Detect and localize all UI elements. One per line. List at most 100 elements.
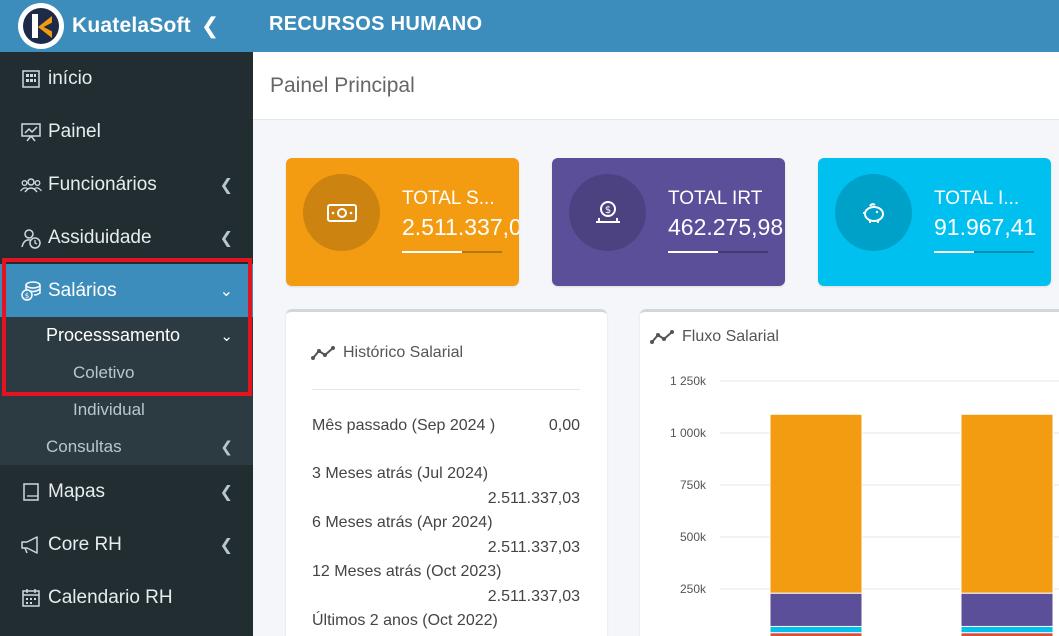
- sidebar-item-label: Calendario RH: [48, 586, 173, 608]
- users-icon: [20, 174, 42, 196]
- bar-segment[interactable]: [960, 625, 1054, 634]
- subitem-label: Processsamento: [46, 325, 181, 345]
- historico-row: 12 Meses atrás (Oct 2023) 2.511.337,03: [312, 563, 580, 605]
- sidebar-subitem-coletivo[interactable]: Coletivo: [0, 354, 253, 391]
- infobox-label: TOTAL IRT: [668, 188, 763, 209]
- sidebar-item-calendario-rh[interactable]: Calendario RH: [0, 571, 253, 624]
- sidebar-item-label: Mapas: [48, 480, 106, 502]
- bar-segment[interactable]: [769, 592, 863, 627]
- svg-text:$: $: [604, 205, 610, 216]
- infobox-progress: [668, 251, 768, 253]
- infobox-total-irt[interactable]: $ TOTAL IRT 462.275,98: [552, 158, 785, 286]
- sidebar-subitem-consultas[interactable]: Consultas ❮: [0, 428, 253, 465]
- infobox-total-inss[interactable]: TOTAL I... 91.967,41: [818, 158, 1051, 286]
- brand-name: KuatelaSoft: [72, 14, 191, 37]
- sidebar-item-painel[interactable]: Painel: [0, 105, 253, 158]
- historico-row: 3 Meses atrás (Jul 2024) 2.511.337,03: [312, 465, 580, 507]
- coins-icon: $: [20, 280, 42, 302]
- chevron-left-icon: ❮: [220, 438, 233, 456]
- sidebar-item-label: início: [48, 67, 93, 89]
- sidebar-subitem-processamento[interactable]: Processsamento ⌄: [0, 317, 253, 354]
- sidebar-item-assiduidade[interactable]: Assiduidade ❮: [0, 211, 253, 264]
- building-icon: [20, 68, 42, 90]
- line-chart-icon: [650, 329, 676, 345]
- money-bill-icon: [303, 174, 380, 251]
- chevron-left-icon: ❮: [219, 483, 233, 501]
- historico-row: 6 Meses atrás (Apr 2024) 2.511.337,03: [312, 514, 580, 556]
- bar-segment[interactable]: [960, 413, 1054, 594]
- chevron-left-icon: ❮: [219, 176, 233, 194]
- historico-value: 2.511.337,03: [487, 490, 580, 507]
- y-tick-label: 250k: [680, 582, 707, 596]
- calendar-icon: [20, 587, 42, 609]
- sidebar-subitem-individual[interactable]: Individual: [0, 391, 253, 428]
- bar-segment[interactable]: [769, 625, 863, 634]
- historico-value: 0,00: [548, 417, 580, 434]
- sidebar-item-inicio[interactable]: início: [0, 52, 253, 105]
- historico-label: Mês passado (Sep 2024 ): [312, 417, 496, 434]
- megaphone-icon: [20, 534, 42, 556]
- infobox-label: TOTAL I...: [934, 188, 1020, 209]
- fluxo-salarial-card: Fluxo Salarial 250k 500k 750k 1 000k 1 250k: [640, 309, 1059, 636]
- y-tick-label: 500k: [680, 530, 707, 544]
- piggy-bank-icon: [835, 174, 912, 251]
- card-title: Fluxo Salarial: [650, 328, 779, 346]
- page-header: Painel Principal: [253, 52, 1059, 120]
- hand-coin-icon: $: [569, 174, 646, 251]
- infobox-progress: [402, 251, 502, 253]
- historico-value: 2.511.337,03: [487, 539, 580, 556]
- user-clock-icon: [20, 227, 42, 249]
- historico-label: 12 Meses atrás (Oct 2023): [312, 563, 502, 580]
- subitem-label: Individual: [73, 399, 145, 419]
- sidebar-item-label: Painel: [48, 120, 101, 142]
- sidebar: KuatelaSoft ❮ início Painel Funcionários…: [0, 0, 253, 636]
- sidebar-item-mapas[interactable]: Mapas ❮: [0, 465, 253, 518]
- salarios-submenu: Processsamento ⌄ Coletivo Individual Con…: [0, 317, 253, 465]
- infobox-value: 462.275,98: [668, 214, 784, 240]
- sidebar-item-label: Funcionários: [48, 173, 157, 195]
- infobox-total-salarios[interactable]: TOTAL S... 2.511.337,03: [286, 158, 519, 286]
- bar-segment[interactable]: [769, 413, 863, 594]
- historico-row: Últimos 2 anos (Oct 2022): [312, 612, 580, 630]
- y-tick-label: 1 000k: [670, 426, 707, 440]
- infobox-value: 91.967,41: [934, 214, 1037, 240]
- chart-title: Fluxo Salarial: [682, 328, 779, 345]
- divider: [312, 389, 580, 390]
- infobox-progress: [934, 251, 1034, 253]
- brand-bar: KuatelaSoft ❮: [0, 0, 253, 52]
- historico-salarial-card: Histórico Salarial Mês passado (Sep 2024…: [286, 309, 607, 636]
- infobox-value: 2.511.337,03: [402, 214, 519, 240]
- y-tick-label: 1 250k: [670, 374, 707, 388]
- presentation-icon: [20, 121, 42, 143]
- svg-text:$: $: [25, 292, 29, 300]
- historico-label: 6 Meses atrás (Apr 2024): [312, 514, 493, 531]
- chevron-left-icon: ❮: [219, 536, 233, 554]
- brand-logo: [18, 3, 64, 49]
- infobox-label: TOTAL S...: [402, 188, 495, 209]
- sidebar-item-label: Assiduidade: [48, 226, 152, 248]
- line-chart-icon: [311, 345, 337, 361]
- historico-label: 3 Meses atrás (Jul 2024): [312, 465, 489, 482]
- sidebar-toggle-icon[interactable]: ❮: [201, 13, 219, 39]
- book-icon: [20, 481, 42, 503]
- subitem-label: Consultas: [46, 436, 122, 456]
- card-title-text: Histórico Salarial: [343, 344, 464, 361]
- y-tick-label: 750k: [680, 478, 707, 492]
- chevron-left-icon: ❮: [219, 229, 233, 247]
- bar-segment[interactable]: [960, 592, 1054, 627]
- card-title: Histórico Salarial: [311, 344, 463, 362]
- historico-row: Mês passado (Sep 2024 ) 0,00: [312, 417, 580, 435]
- chevron-down-icon: ⌄: [220, 327, 233, 345]
- app-section-title: RECURSOS HUMANO: [269, 13, 483, 35]
- subitem-label: Coletivo: [73, 362, 135, 382]
- sidebar-item-salarios[interactable]: $ Salários ⌄: [0, 264, 253, 317]
- fluxo-salarial-chart: 250k 500k 750k 1 000k 1 250k: [670, 374, 1059, 636]
- chevron-down-icon: ⌄: [219, 282, 233, 300]
- historico-value: 2.511.337,03: [487, 588, 580, 605]
- page-title: Painel Principal: [270, 74, 415, 97]
- sidebar-item-core-rh[interactable]: Core RH ❮: [0, 518, 253, 571]
- top-navbar: RECURSOS HUMANO: [253, 0, 1059, 52]
- historico-label: Últimos 2 anos (Oct 2022): [312, 612, 498, 629]
- sidebar-item-label: Core RH: [48, 533, 122, 555]
- sidebar-item-funcionarios[interactable]: Funcionários ❮: [0, 158, 253, 211]
